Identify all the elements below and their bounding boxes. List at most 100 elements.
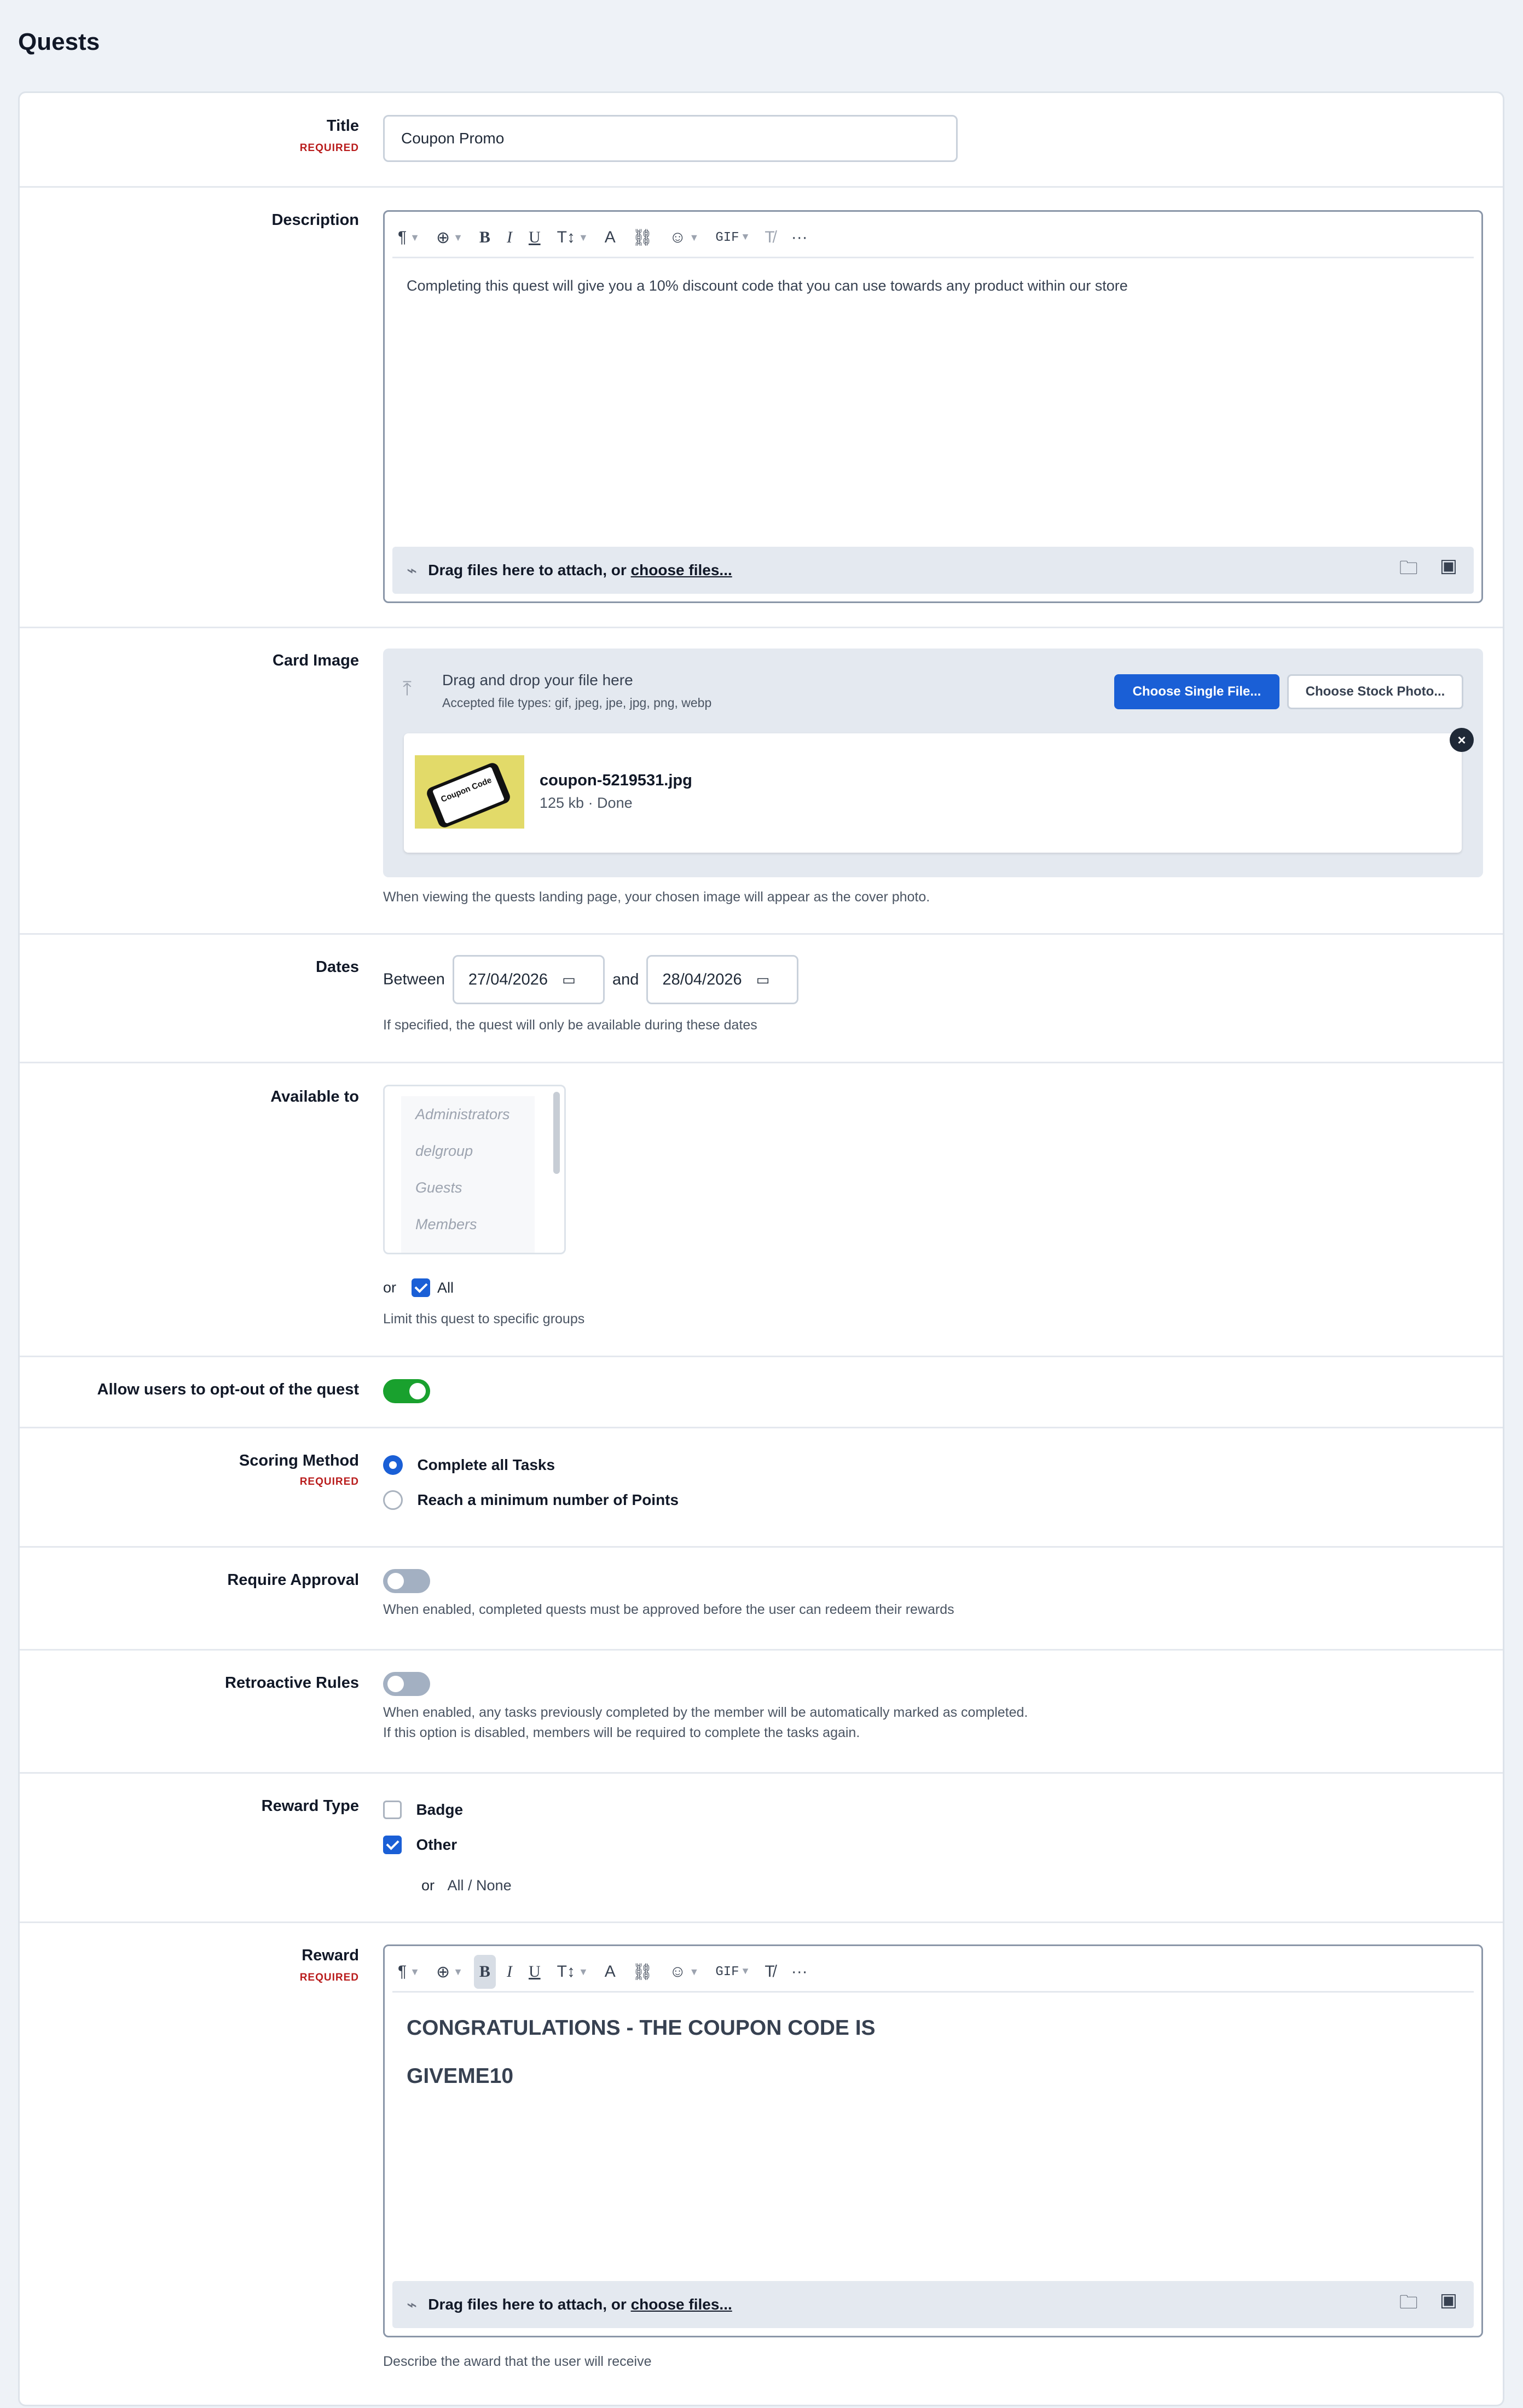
group-option[interactable]: delgroup	[401, 1133, 535, 1170]
folder-icon[interactable]: 🗀	[1399, 555, 1418, 586]
title-input[interactable]	[383, 115, 958, 162]
italic-button[interactable]: I	[501, 221, 518, 254]
group-option[interactable]: Members	[401, 1206, 535, 1243]
title-label: Title	[326, 117, 359, 135]
underline-button[interactable]: U	[523, 221, 546, 254]
retroactive-hint-1: When enabled, any tasks previously compl…	[383, 1705, 1028, 1720]
emoji-button[interactable]: ☺ ▼	[664, 221, 704, 254]
paragraph-icon: ¶	[398, 228, 407, 246]
scoring-radio-min-points[interactable]	[383, 1490, 403, 1510]
card-image-label: Card Image	[273, 652, 359, 669]
reward-line-1: CONGRATULATIONS - THE COUPON CODE IS	[407, 2016, 876, 2040]
chevron-down-icon: ▼	[689, 1966, 699, 1977]
gif-button[interactable]: GIF ▼	[710, 221, 754, 254]
folder-icon[interactable]: 🗀	[1399, 2289, 1418, 2320]
reward-row: Reward REQUIRED ¶ ▼ ⊕ ▼ B I U T↕ ▼ A ⛓ ☺ ▼ G…	[20, 1921, 1503, 2408]
text-size-button[interactable]: T↕ ▼	[552, 1955, 594, 1989]
retroactive-rules-toggle[interactable]	[383, 1672, 430, 1696]
scoring-radio-complete-all[interactable]	[383, 1455, 403, 1475]
paperclip-icon: ⌁	[407, 2295, 418, 2314]
description-text[interactable]: Completing this quest will give you a 10…	[407, 277, 1460, 294]
more-button[interactable]: ···	[786, 1955, 813, 1989]
text-style-icon: A	[604, 1963, 616, 1981]
or-label: or	[383, 1279, 397, 1296]
page-title: Quests	[18, 28, 100, 55]
paragraph-format-button[interactable]: ¶ ▼	[392, 221, 425, 254]
reward-editor: ¶▼ ⊕▼ B I U T↕▼ A ⛓ ☺▼ GIF▼ T̸ ···	[383, 1944, 1483, 2337]
reward-text[interactable]: CONGRATULATIONS - THE COUPON CODE IS GIV…	[407, 2016, 1460, 2088]
title-row: Title REQUIRED	[20, 93, 1503, 188]
clear-format-button[interactable]: T̸	[759, 221, 780, 254]
all-groups-label: All	[437, 1279, 454, 1296]
all-groups-checkbox[interactable]	[411, 1278, 430, 1297]
reward-toolbar: ¶ ▼ ⊕ ▼ B I U T↕ ▼ A ⛓ ☺ ▼ GIF ▼ T̸ ···	[392, 1953, 1474, 1993]
dates-hint: If specified, the quest will only be ava…	[383, 1017, 757, 1033]
quest-form-card: Title REQUIRED Description ¶▼ ⊕▼ B I U T…	[18, 91, 1504, 2406]
opt-out-toggle[interactable]	[383, 1379, 430, 1403]
group-select-list[interactable]: Administrators delgroup Guests Members	[383, 1085, 566, 1254]
reward-type-other-checkbox[interactable]	[383, 1836, 402, 1854]
paragraph-icon: ¶	[398, 1963, 407, 1981]
image-icon[interactable]: ▣	[1440, 555, 1457, 586]
group-option[interactable]: Guests	[401, 1170, 535, 1206]
text-size-button[interactable]: T↕ ▼	[552, 221, 594, 254]
text-style-button[interactable]: A	[599, 221, 621, 254]
end-date-input[interactable]: 28/04/2026 ▭	[646, 955, 799, 1004]
available-to-label: Available to	[270, 1088, 359, 1105]
and-label: and	[612, 970, 639, 988]
retroactive-rules-label: Retroactive Rules	[225, 1674, 359, 1692]
remove-file-button[interactable]: ×	[1450, 728, 1474, 752]
require-approval-toggle[interactable]	[383, 1569, 430, 1593]
choose-stock-photo-button[interactable]: Choose Stock Photo...	[1287, 674, 1463, 709]
more-button[interactable]: ···	[786, 221, 813, 254]
link-icon: ⛓	[632, 228, 653, 247]
paragraph-format-button[interactable]: ¶ ▼	[392, 1955, 425, 1989]
emoji-icon: ☺	[669, 228, 686, 246]
choose-files-link[interactable]: choose files...	[631, 2296, 732, 2313]
title-required-badge: REQUIRED	[299, 142, 359, 154]
clear-format-icon: T̸	[765, 228, 775, 246]
group-option[interactable]: Administrators	[401, 1096, 535, 1133]
plus-circle-icon: ⊕	[436, 1963, 450, 1981]
image-icon[interactable]: ▣	[1440, 2289, 1457, 2320]
choose-single-file-button[interactable]: Choose Single File...	[1114, 674, 1279, 709]
paperclip-icon: ⌁	[407, 560, 418, 580]
chevron-down-icon: ▼	[742, 1966, 749, 1977]
reward-type-badge-checkbox[interactable]	[383, 1801, 402, 1819]
emoji-button[interactable]: ☺ ▼	[664, 1955, 704, 1989]
file-drop-zone[interactable]: ⤒ Drag and drop your file here Accepted …	[383, 649, 1483, 877]
reward-type-row: Reward Type Badge Other or All / None	[20, 1772, 1503, 1923]
description-attach-bar: ⌁ Drag files here to attach, or choose f…	[392, 547, 1474, 594]
upload-icon: ⤒	[403, 677, 412, 699]
require-approval-hint: When enabled, completed quests must be a…	[383, 1602, 954, 1617]
link-button[interactable]: ⛓	[627, 1955, 658, 1989]
text-style-button[interactable]: A	[599, 1955, 621, 1989]
italic-button[interactable]: I	[501, 1955, 518, 1989]
insert-button[interactable]: ⊕ ▼	[431, 1955, 468, 1989]
all-none-toggle-link[interactable]: All / None	[448, 1877, 512, 1894]
description-row: Description ¶ ▼ ⊕ ▼ B I U T↕ ▼ A ⛓ ☺ ▼ GIF ▼ …	[20, 186, 1503, 628]
card-image-hint: When viewing the quests landing page, yo…	[383, 889, 930, 905]
reward-type-option-label: Badge	[416, 1801, 464, 1818]
bold-button[interactable]: B	[474, 221, 496, 254]
group-list-scrollbar[interactable]	[553, 1092, 560, 1174]
description-label: Description	[271, 211, 359, 229]
bold-button[interactable]: B	[473, 1955, 496, 1989]
scoring-option-label: Complete all Tasks	[417, 1456, 555, 1473]
attach-text: Drag files here to attach, or	[428, 562, 631, 578]
chevron-down-icon: ▼	[742, 232, 749, 243]
insert-button[interactable]: ⊕ ▼	[431, 221, 468, 254]
scoring-method-row: Scoring Method REQUIRED Complete all Tas…	[20, 1427, 1503, 1548]
calendar-icon: ▭	[562, 971, 576, 988]
underline-button[interactable]: U	[523, 1955, 546, 1989]
clear-format-button[interactable]: T̸	[759, 1955, 780, 1989]
chevron-down-icon: ▼	[410, 1966, 420, 1977]
file-thumbnail: Coupon Code	[415, 755, 524, 829]
choose-files-link[interactable]: choose files...	[631, 562, 732, 578]
link-button[interactable]: ⛓	[627, 221, 658, 254]
reward-type-label: Reward Type	[261, 1797, 359, 1815]
start-date-input[interactable]: 27/04/2026 ▭	[452, 955, 605, 1004]
clear-format-icon: T̸	[765, 1963, 775, 1981]
attach-text: Drag files here to attach, or	[428, 2296, 631, 2313]
gif-button[interactable]: GIF ▼	[710, 1955, 754, 1989]
